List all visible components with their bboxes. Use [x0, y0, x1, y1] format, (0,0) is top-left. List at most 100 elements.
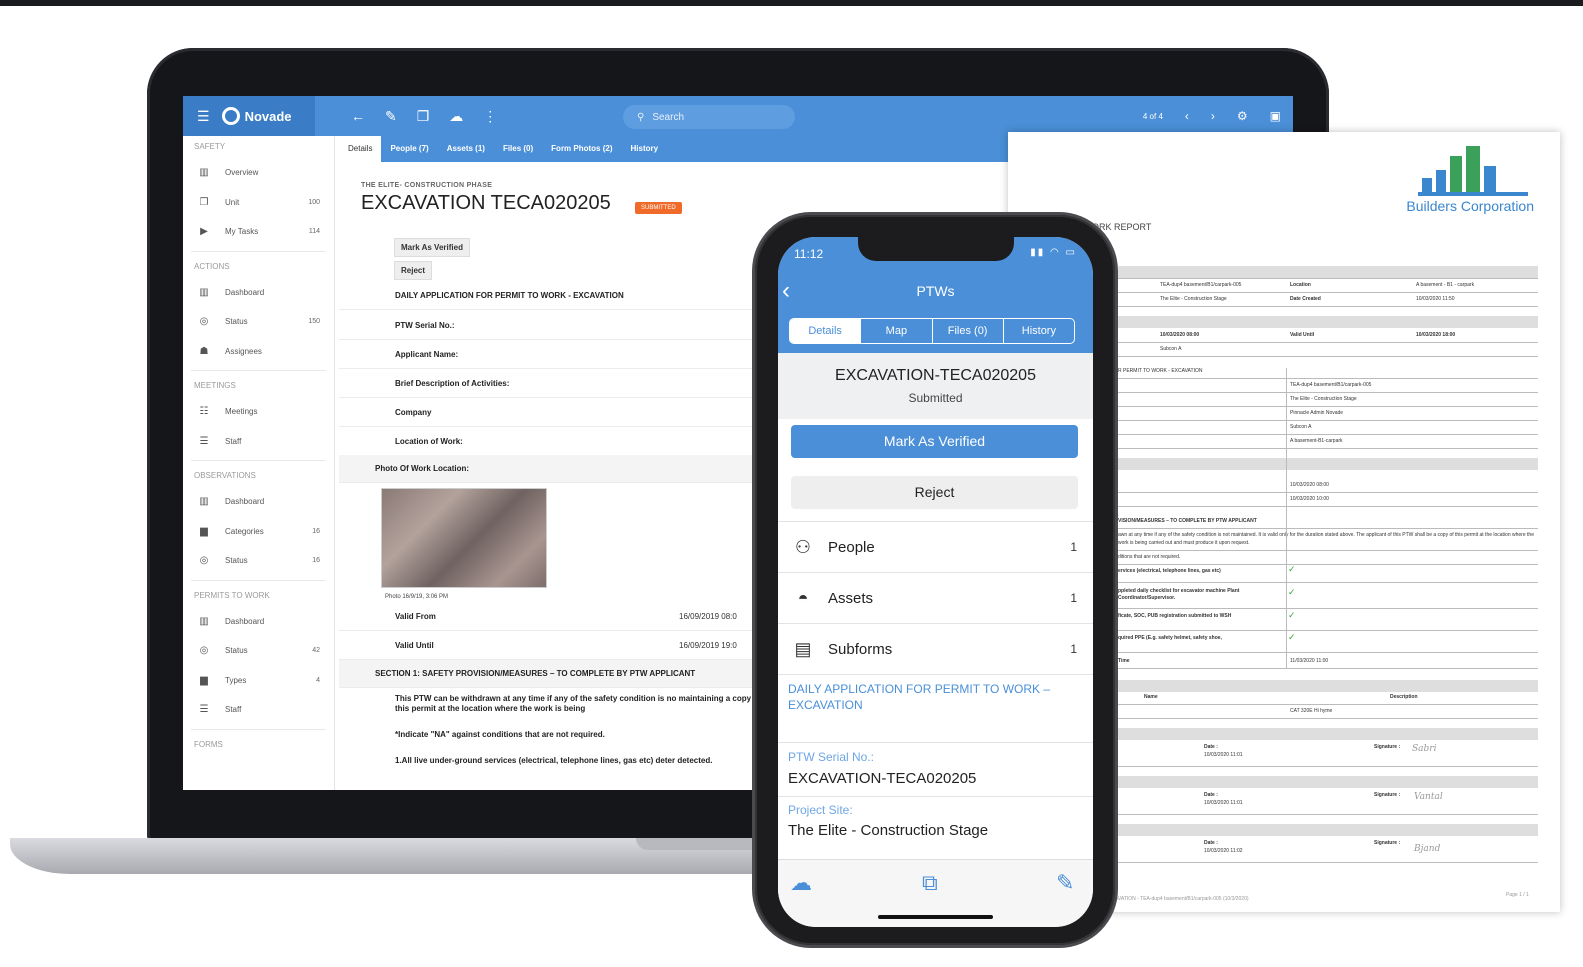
logo-area: ☰ Novade	[183, 96, 315, 136]
report-cell: Location	[1290, 282, 1311, 288]
sidebar-item-unit[interactable]: ❐ Unit 100	[183, 188, 334, 218]
tab-files[interactable]: Files (0)	[931, 319, 1003, 343]
sidebar-item-label: Dashboard	[225, 616, 265, 626]
report-section-heading: VISION/MEASURES – TO COMPLETE BY PTW APP…	[1118, 518, 1257, 524]
table-line	[1118, 448, 1538, 449]
table-line	[1118, 564, 1538, 565]
sidebar-item-label: Overview	[225, 168, 259, 178]
edit-pencil-icon[interactable]: ✎	[385, 108, 397, 125]
table-line	[1118, 356, 1538, 357]
table-line	[1118, 862, 1538, 863]
laptop-notch	[636, 838, 766, 850]
tab-assets[interactable]: Assets (1)	[438, 136, 494, 162]
report-cell: 11/03/2020 11:00	[1290, 658, 1329, 664]
count-badge: 4	[316, 676, 320, 684]
report-cell: The Elite - Construction Stage	[1160, 296, 1227, 302]
separator	[778, 674, 1093, 675]
tab-details[interactable]: Details	[790, 319, 861, 343]
edit-pencil-icon[interactable]: ✎	[1056, 870, 1074, 896]
search-input[interactable]: ⚲ Search	[623, 105, 795, 129]
hamburger-menu-icon[interactable]: ☰	[197, 96, 210, 136]
sidebar-divider	[191, 460, 326, 461]
tab-form-photos[interactable]: Form Photos (2)	[542, 136, 621, 162]
list-item-subforms[interactable]: ▤ Subforms 1	[778, 623, 1093, 674]
sidebar-item-overview[interactable]: ▥ Overview	[183, 158, 334, 188]
chart-icon: ▥	[199, 615, 209, 627]
table-line	[1118, 814, 1538, 815]
report-footer-right: Page 1 / 1	[1506, 892, 1529, 898]
sidebar-item-meetings[interactable]: ☷ Meetings	[183, 397, 334, 427]
tab-history[interactable]: History	[1002, 319, 1074, 343]
tab-people[interactable]: People (7)	[381, 136, 437, 162]
table-line	[1118, 378, 1538, 379]
list-item-count: 1	[1070, 591, 1077, 605]
sidebar-item-ptw-status[interactable]: ◎ Status 42	[183, 636, 334, 666]
reject-button[interactable]: Reject	[394, 261, 433, 280]
people-icon: ⚇	[794, 536, 812, 557]
report-section-text: awn at any time if any of the safety con…	[1118, 532, 1534, 546]
table-line	[1118, 434, 1538, 435]
copy-icon[interactable]: ❐	[417, 108, 430, 125]
next-arrow-icon[interactable]: ›	[1211, 109, 1215, 123]
tab-history[interactable]: History	[622, 136, 668, 162]
table-line	[1118, 608, 1538, 609]
report-cell: TEA-dup4 basement/B1/carpark-005	[1160, 282, 1242, 288]
reject-button[interactable]: Reject	[791, 476, 1078, 509]
tab-files[interactable]: Files (0)	[494, 136, 542, 162]
app-logo[interactable]: Novade	[221, 107, 292, 125]
list-item-count: 1	[1070, 540, 1077, 554]
sidebar-item-meetings-staff[interactable]: ☰ Staff	[183, 427, 334, 457]
mark-verified-button[interactable]: Mark As Verified	[394, 238, 470, 257]
valid-from-value: 16/09/2019 08:0	[679, 612, 737, 621]
work-location-photo[interactable]	[381, 488, 547, 588]
sidebar-item-label: Meetings	[225, 407, 258, 417]
report-condition: ervices (electrical, telephone lines, ga…	[1118, 568, 1221, 574]
sidebar-item-label: My Tasks	[225, 227, 259, 237]
table-shade	[1118, 824, 1538, 836]
sidebar-item-ptw-staff[interactable]: ☰ Staff	[183, 695, 334, 725]
serial-value: EXCAVATION-TECA020205	[788, 770, 977, 787]
report-condition: Time	[1118, 658, 1130, 664]
checkmark-icon: ✓	[1288, 610, 1296, 620]
count-badge: 16	[312, 527, 320, 535]
list-item-people[interactable]: ⚇ People 1	[778, 521, 1093, 572]
sidebar-item-obs-dashboard[interactable]: ▥ Dashboard	[183, 487, 334, 517]
sidebar-item-my-tasks[interactable]: ▶ My Tasks 114	[183, 217, 334, 247]
table-line	[1118, 292, 1538, 293]
back-arrow-icon[interactable]: ←	[351, 108, 365, 124]
sidebar-item-obs-status[interactable]: ◎ Status 16	[183, 546, 334, 576]
prev-arrow-icon[interactable]: ‹	[1185, 109, 1189, 123]
list-item-assets[interactable]: ◓ Assets 1	[778, 572, 1093, 623]
report-brand: Builders Corporation	[1406, 198, 1534, 214]
check-circle-icon: ◎	[199, 316, 209, 328]
report-cell: TEA-dup4 basement/B1/carpark-005	[1290, 382, 1372, 388]
more-vertical-icon[interactable]: ⋮	[483, 108, 497, 125]
sidebar-item-ptw-dashboard[interactable]: ▥ Dashboard	[183, 607, 334, 637]
header-right-controls: 4 of 4 ‹ › ⚙ ▣	[1143, 96, 1281, 136]
form-title-link[interactable]: DAILY APPLICATION FOR PERMIT TO WORK – E…	[788, 681, 1078, 713]
sidebar-item-label: Status	[225, 317, 248, 327]
permit-heading: R PERMIT TO WORK - EXCAVATION	[1118, 368, 1203, 374]
sidebar-section-actions: ACTIONS	[194, 261, 230, 271]
tab-details[interactable]: Details	[339, 136, 382, 162]
sidebar-item-categories[interactable]: ▆ Categories 16	[183, 517, 334, 547]
mark-verified-button[interactable]: Mark As Verified	[791, 425, 1078, 458]
cloud-upload-icon[interactable]: ☁	[790, 870, 812, 896]
count-badge: 150	[308, 318, 320, 326]
cloud-upload-icon[interactable]: ☁	[449, 108, 463, 125]
sidebar-item-assignees[interactable]: ☗ Assignees	[183, 337, 334, 367]
settings-gear-icon[interactable]: ⚙	[1237, 109, 1248, 123]
permit-id: EXCAVATION-TECA020205	[835, 367, 1036, 384]
table-line	[1118, 506, 1538, 507]
sidebar-item-actions-dashboard[interactable]: ▥ Dashboard	[183, 278, 334, 308]
home-indicator	[878, 915, 993, 919]
app-name: Novade	[244, 108, 292, 124]
sidebar-item-actions-status[interactable]: ◎ Status 150	[183, 307, 334, 337]
count-badge: 16	[312, 557, 320, 565]
sidebar-item-types[interactable]: ▆ Types 4	[183, 666, 334, 696]
copy-add-icon[interactable]: ⧉	[922, 870, 938, 896]
user-account-icon[interactable]: ▣	[1270, 109, 1281, 123]
tab-map[interactable]: Map	[860, 319, 931, 343]
phone-screen: 11:12 ▮▮ ◠ ▭ ‹ PTWs Details Map Files (0…	[778, 237, 1093, 927]
hardhat-icon: ◓	[797, 587, 809, 608]
